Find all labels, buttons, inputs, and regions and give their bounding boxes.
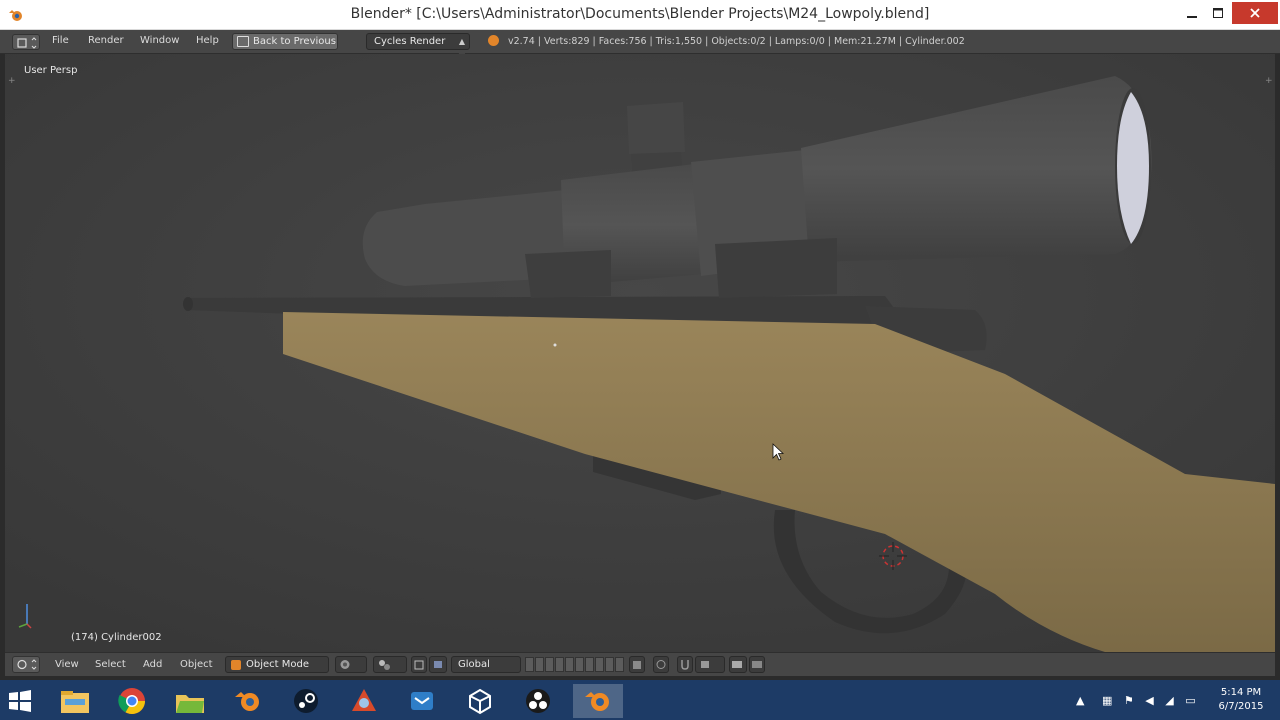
- snap-element-icon: [701, 661, 709, 668]
- clock-date: 6/7/2015: [1218, 701, 1264, 712]
- viewport-scene: [5, 54, 1275, 652]
- close-icon: [1250, 8, 1260, 18]
- 3d-viewport[interactable]: User Persp (174) Cylinder002 + +: [5, 54, 1275, 652]
- orientation-icon: [434, 661, 442, 668]
- active-object-label: (174) Cylinder002: [71, 632, 162, 643]
- transform-orientation-value: Global: [458, 659, 490, 670]
- menu-view[interactable]: View: [55, 659, 79, 670]
- object-origin: [553, 343, 557, 347]
- render-preview-button[interactable]: [729, 656, 747, 673]
- render-engine-value: Cycles Render: [374, 36, 446, 47]
- view3d-header: View Select Add Object Object Mode Globa…: [5, 652, 1275, 676]
- editor-type-button[interactable]: [12, 34, 40, 50]
- transform-orientation-select[interactable]: Global: [451, 656, 521, 673]
- object-mode-icon: [231, 660, 241, 670]
- maximize-button[interactable]: [1206, 2, 1230, 24]
- menu-file[interactable]: File: [52, 35, 69, 46]
- taskbar-mail[interactable]: [397, 684, 447, 718]
- taskbar-blender[interactable]: [223, 684, 273, 718]
- screen: Blender* [C:\Users\Administrator\Documen…: [0, 0, 1280, 720]
- taskbar-folder[interactable]: [165, 684, 215, 718]
- window-title: Blender* [C:\Users\Administrator\Documen…: [350, 6, 930, 22]
- menu-object[interactable]: Object: [180, 659, 213, 670]
- menu-help[interactable]: Help: [196, 35, 219, 46]
- pivot-point-select[interactable]: [373, 656, 407, 673]
- menu-select[interactable]: Select: [95, 659, 126, 670]
- proportional-edit-button[interactable]: [653, 656, 669, 673]
- info-editor-icon: [17, 37, 37, 49]
- back-to-previous-button[interactable]: Back to Previous: [232, 33, 338, 50]
- transform-orientation-icon-button[interactable]: [429, 656, 447, 673]
- steam-icon: [294, 689, 318, 713]
- view3d-editor-icon: [17, 659, 37, 670]
- info-header: File Render Window Help Back to Previous…: [0, 30, 1280, 61]
- scene-stats: v2.74 | Verts:829 | Faces:756 | Tris:1,5…: [488, 35, 965, 47]
- back-to-previous-label: Back to Previous: [253, 36, 336, 47]
- region-toggle-left-icon[interactable]: +: [8, 77, 16, 86]
- start-button[interactable]: [8, 690, 32, 712]
- pivot-icon: [379, 660, 390, 670]
- shading-sphere-icon: [340, 660, 350, 669]
- tray-volume-icon[interactable]: ◀: [1145, 694, 1153, 707]
- view3d-editor-type-button[interactable]: [12, 656, 40, 673]
- film-icon: [752, 661, 762, 668]
- blender-icon: [235, 692, 259, 711]
- window-titlebar: Blender* [C:\Users\Administrator\Documen…: [0, 0, 1280, 30]
- taskbar-steam[interactable]: [281, 684, 331, 718]
- chrome-icon: [118, 688, 146, 715]
- scene-stats-text: v2.74 | Verts:829 | Faces:756 | Tris:1,5…: [508, 36, 965, 47]
- tray-flag-icon[interactable]: ⚑: [1124, 694, 1134, 707]
- render-animation-button[interactable]: [749, 656, 765, 673]
- app-icon: [352, 689, 376, 711]
- windows-logo-icon: [9, 690, 31, 712]
- layers-icon: [633, 661, 641, 669]
- manipulator-icon: [414, 660, 424, 670]
- close-button[interactable]: [1232, 2, 1278, 24]
- layer-buttons-1[interactable]: [525, 657, 574, 672]
- file-explorer-icon: [61, 691, 89, 713]
- render-engine-select[interactable]: Cycles Render ▲▼: [366, 33, 470, 61]
- unity-icon: [469, 688, 491, 715]
- mail-icon: [411, 692, 433, 710]
- taskbar-clock[interactable]: 5:14 PM 6/7/2015: [1208, 686, 1274, 714]
- windows-taskbar: ▲ ▦ ⚑ ◀ ◢ ▭ 5:14 PM 6/7/2015: [0, 680, 1280, 720]
- magnet-icon: [681, 660, 689, 670]
- interaction-mode-value: Object Mode: [246, 659, 309, 670]
- taskbar-chrome[interactable]: [107, 684, 157, 718]
- folder-icon: [176, 695, 204, 713]
- obs-icon: [526, 689, 550, 713]
- tray-wifi-icon[interactable]: ◢: [1165, 694, 1173, 707]
- proportional-edit-icon: [656, 660, 666, 669]
- camera-icon: [732, 661, 742, 668]
- taskbar-app[interactable]: [339, 684, 389, 718]
- viewport-shading-select[interactable]: [335, 656, 367, 673]
- taskbar-file-explorer[interactable]: [50, 684, 100, 718]
- interaction-mode-select[interactable]: Object Mode: [225, 656, 329, 673]
- minimize-button[interactable]: [1180, 2, 1204, 24]
- tray-keyboard-icon[interactable]: ▭: [1185, 694, 1195, 707]
- region-toggle-right-icon[interactable]: +: [1265, 77, 1273, 86]
- taskbar-obs[interactable]: [513, 684, 563, 718]
- manipulator-toggle[interactable]: [411, 656, 427, 673]
- lock-layers-button[interactable]: [629, 656, 645, 673]
- clock-time: 5:14 PM: [1220, 687, 1262, 698]
- tray-network-icon[interactable]: ▦: [1102, 694, 1112, 707]
- snap-toggle[interactable]: [677, 656, 693, 673]
- blender-stats-icon: [488, 35, 499, 46]
- system-tray[interactable]: ▲ ▦ ⚑ ◀ ◢ ▭: [1076, 694, 1196, 707]
- minimize-icon: [1187, 16, 1197, 18]
- snap-element-select[interactable]: [695, 656, 725, 673]
- tray-chevron-icon[interactable]: ▲: [1076, 694, 1084, 707]
- screen-back-icon: [237, 36, 249, 47]
- menu-add[interactable]: Add: [143, 659, 162, 670]
- taskbar-blender-active[interactable]: [573, 684, 623, 718]
- layer-buttons-2[interactable]: [575, 657, 624, 672]
- blender-active-icon: [585, 692, 609, 711]
- taskbar-unity[interactable]: [455, 684, 505, 718]
- view-label: User Persp: [24, 65, 78, 76]
- menu-render[interactable]: Render: [88, 35, 124, 46]
- menu-window[interactable]: Window: [140, 35, 179, 46]
- maximize-icon: [1213, 8, 1223, 18]
